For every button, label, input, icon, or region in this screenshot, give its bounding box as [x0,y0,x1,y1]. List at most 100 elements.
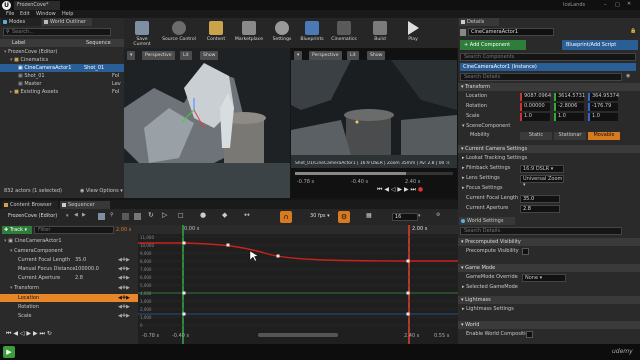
view-options-button[interactable]: ◉ View Options ▾ [80,186,123,196]
type-column-header[interactable]: Sequence [86,39,111,47]
mobility-movable[interactable]: Movable [588,132,620,140]
add-track-button[interactable]: ✚ Track ▾ [2,226,32,234]
sequencer-search-icon[interactable]: ⚲ [110,212,114,218]
add-component-button[interactable]: + Add Component [460,40,526,50]
scale-z[interactable]: 1.0 [588,113,618,121]
rotation-x[interactable]: 0.00000 [520,103,550,111]
track-transform[interactable]: ▾ Transform ◀✚▶ [0,284,138,292]
outliner-row-master[interactable]: ▣ Master Lev [0,80,124,88]
camera-settings-section[interactable]: ▾ Current Camera Settings [458,145,640,153]
keyframe[interactable] [182,291,186,295]
record-icon[interactable]: ● [418,186,423,193]
location-z[interactable]: 364.95374 [588,93,619,101]
curve-tool-icon[interactable]: ◆ [222,211,227,219]
loop-icon[interactable]: ↻ [47,330,52,337]
show-button[interactable]: Show [367,51,386,60]
preview-scrubber[interactable] [295,172,453,175]
world-search-input[interactable]: Search Details [460,227,622,235]
track-location[interactable]: Location ◀✚▶ [0,294,138,302]
rotation-label[interactable]: Rotation [466,103,487,109]
add-key-icon[interactable]: ◀✚▶ [118,284,130,292]
viewport-right[interactable]: ▾ Perspective Lit Show Shot_01/CineCamer… [291,48,457,198]
focal-length-input[interactable]: 35.0 [520,195,560,203]
viewport-options-button[interactable]: ▾ [127,51,136,60]
source-control-button[interactable]: Source Control [162,19,196,49]
frame-step-input[interactable]: 16 [392,213,418,221]
marketplace-button[interactable]: Marketplace [232,19,266,49]
tab-modes[interactable]: Modes [1,18,41,26]
outliner-row-cinematics[interactable]: ▾ ■ Cinematics [0,56,124,64]
play-icon[interactable]: ▶ [26,330,31,337]
add-key-icon[interactable]: ◀✚▶ [118,274,130,282]
lookat-tracking-row[interactable]: ▸ Lookat Tracking Settings [462,155,527,161]
add-key-icon[interactable]: ◀✚▶ [118,265,130,273]
track-camera-component[interactable]: ▾ CameraComponent [0,247,138,255]
skip-forward-icon[interactable]: ⏭ [40,330,45,337]
fps-dropdown[interactable]: 30 fps ▾ [310,213,330,219]
transform-section[interactable]: ▾ Transform [458,83,640,91]
close-icon[interactable]: ✕ [627,1,636,9]
reverse-play-icon[interactable]: ◁ [20,330,25,337]
sequencer-curve-area[interactable]: 2.00 s 0.00 s 11,000 10,000 9,000 8,000 7,00… [138,225,458,344]
keyframe[interactable] [406,291,410,295]
sequence-dropdown[interactable]: ▾ [66,213,69,219]
lens-dropdown[interactable]: Universal Zoom ▾ [520,175,564,188]
component-search-input[interactable]: Search Components [460,53,636,61]
keyframe[interactable] [182,312,186,316]
details-view-options-icon[interactable]: ◉ [626,73,630,79]
filmback-dropdown[interactable]: 16:9 DSLR ▾ [520,165,564,173]
maximize-icon[interactable]: □ [615,2,622,8]
game-mode-section[interactable]: ▾ Game Mode [458,264,640,272]
step-forward-icon[interactable]: ▶ [404,186,409,193]
lock-icon[interactable]: 🔒 [630,28,636,34]
nav-forward-icon[interactable]: ▶ [82,212,86,218]
track-focus-distance[interactable]: Manual Focus Distance 100000.0 ◀✚▶ [0,265,138,273]
play-icon[interactable]: ▶ [3,346,15,358]
auto-key-toggle[interactable]: ⚙ [338,211,350,223]
key-tool-icon[interactable]: ↔ [244,211,250,219]
frame-step-dropdown[interactable]: ▾ [418,213,421,219]
actor-name-input[interactable]: CineCameraActor1 [468,28,554,36]
snap-toggle[interactable]: ∩ [280,211,292,223]
build-button[interactable]: Build [366,19,394,49]
track-aperture[interactable]: Current Aperture 2.8 ◀✚▶ [0,274,138,282]
nav-back-icon[interactable]: ◀ [74,212,78,218]
selected-gamemode-row[interactable]: ▸ Selected GameMode [462,284,518,290]
cinematics-button[interactable]: Cinematics [330,19,358,49]
minimize-icon[interactable]: – [604,2,611,8]
scale-y[interactable]: 1.0 [554,113,584,121]
mobility-stationary[interactable]: Stationar [554,132,586,140]
world-composition-checkbox[interactable] [526,331,533,338]
add-key-icon[interactable]: ◀✚▶ [118,303,130,311]
perspective-button[interactable]: Perspective [142,51,175,60]
outliner-row-existing-assets[interactable]: ▸ ■ Existing Assets Fol [0,88,124,96]
tab-details[interactable]: Details [459,18,499,26]
precomputed-visibility-section[interactable]: ▾ Precomputed Visibility [458,238,640,246]
scale-label[interactable]: Scale [466,113,479,119]
rotation-y[interactable]: -2.8006 [554,103,584,111]
menu-help[interactable]: Help [62,11,73,17]
outliner-row-world[interactable]: ▾ FrozenCove (Editor) [0,48,124,56]
keyframe[interactable] [226,243,230,247]
outliner-search-input[interactable]: ⚲ Search... [3,28,111,36]
content-button[interactable]: Content [202,19,230,49]
marquee-icon[interactable]: □ [178,212,184,219]
keyframe[interactable] [406,312,410,316]
tab-world-settings[interactable]: World Settings [459,217,515,225]
sequencer-save-icon[interactable] [98,213,105,220]
settings-button[interactable]: Settings [268,19,296,49]
location-x[interactable]: 9087.0964 [520,93,551,101]
track-scale[interactable]: Scale ◀✚▶ [0,312,138,320]
add-key-icon[interactable]: ◀✚▶ [118,256,130,264]
tab-sequencer[interactable]: Sequencer [60,201,110,209]
precompute-visibility-checkbox[interactable] [522,248,529,255]
focus-settings-row[interactable]: ▸ Focus Settings [462,185,503,191]
track-focal-length[interactable]: Current Focal Length 35.0 ◀✚▶ [0,256,138,264]
step-forward-icon[interactable]: ▶ [33,330,38,337]
menu-file[interactable]: File [6,11,14,17]
viewport-options-button[interactable]: ▾ [294,51,303,60]
keyframe[interactable] [406,259,410,263]
timeline-scrollbar[interactable] [258,333,338,337]
render-movie-icon[interactable] [122,213,129,220]
skip-back-icon[interactable]: ⏮ [6,330,11,337]
